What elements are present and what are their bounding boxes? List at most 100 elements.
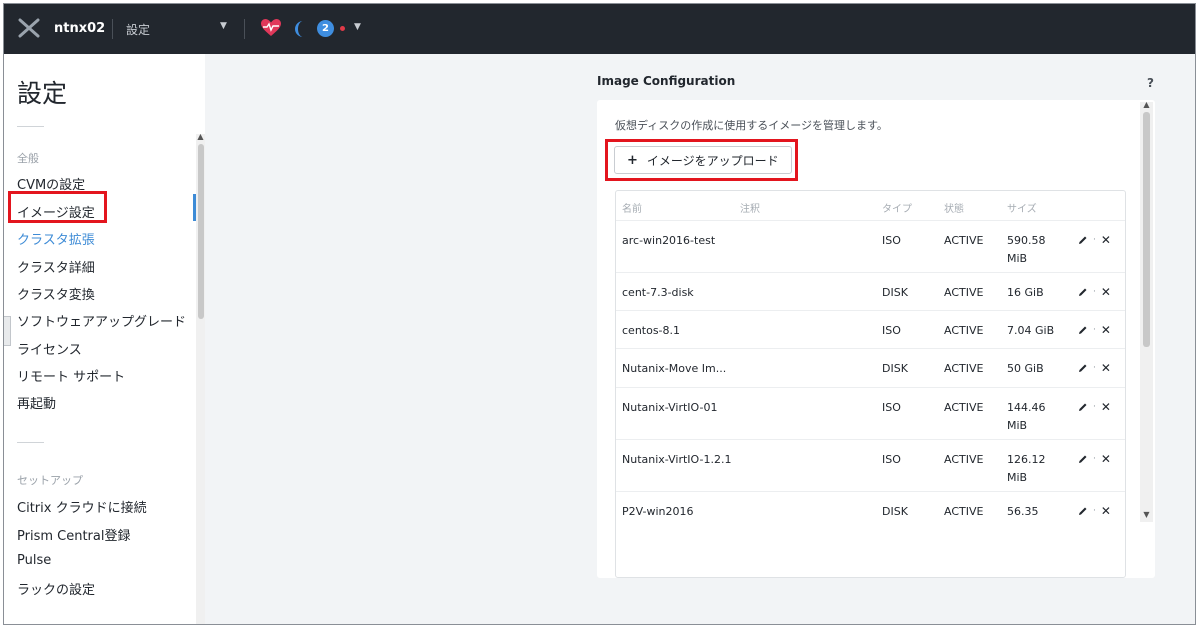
table-row: Nutanix-VirtIO-01 ISO ACTIVE 144.46 MiB … — [616, 388, 1125, 440]
sidebar-collapse-handle[interactable] — [4, 316, 11, 346]
image-size: 144.46 MiB — [1007, 401, 1046, 432]
image-state: ACTIVE — [944, 362, 984, 375]
sidebar-item-cluster-details[interactable]: クラスタ詳細 — [17, 257, 95, 276]
table-row: centos-8.1 ISO ACTIVE 7.04 GiB · ✕ — [616, 311, 1125, 349]
image-state: ACTIVE — [944, 401, 984, 414]
sidebar-item-cluster-convert[interactable]: クラスタ変換 — [17, 284, 95, 303]
delete-x-icon[interactable]: ✕ — [1101, 362, 1111, 374]
delete-x-icon[interactable]: ✕ — [1101, 286, 1111, 298]
sidebar-title: 設定 — [17, 79, 68, 108]
action-separator: · — [1093, 506, 1096, 516]
table-row: arc-win2016-test ISO ACTIVE 590.58 MiB ·… — [616, 221, 1125, 273]
image-state: ACTIVE — [944, 286, 984, 299]
row-actions: · ✕ — [1078, 362, 1111, 374]
image-name: centos-8.1 — [622, 324, 681, 337]
main-content: Image Configuration ? 仮想ディスクの作成に使用するイメージ… — [205, 54, 1195, 624]
sidebar-item-restart[interactable]: 再起動 — [17, 393, 56, 412]
annotation-highlight-box — [8, 191, 107, 223]
delete-x-icon[interactable]: ✕ — [1101, 324, 1111, 336]
image-type: DISK — [882, 362, 908, 375]
image-state: ACTIVE — [944, 453, 984, 466]
sidebar-divider — [17, 126, 44, 127]
delete-x-icon[interactable]: ✕ — [1101, 505, 1111, 517]
alerts-ring-icon[interactable] — [294, 20, 308, 38]
image-size: 126.12 MiB — [1007, 453, 1046, 484]
image-type: ISO — [882, 234, 901, 247]
panel-description: 仮想ディスクの作成に使用するイメージを管理します。 — [615, 119, 888, 132]
scroll-up-arrow-icon[interactable]: ▲ — [196, 132, 205, 142]
action-separator: · — [1093, 325, 1096, 335]
page-select[interactable]: 設定 — [126, 21, 150, 38]
image-type: ISO — [882, 324, 901, 337]
column-header-annotation[interactable]: 注釈 — [740, 200, 760, 215]
image-type: ISO — [882, 453, 901, 466]
table-row: cent-7.3-disk DISK ACTIVE 16 GiB · ✕ — [616, 273, 1125, 311]
nutanix-logo-icon[interactable] — [18, 17, 40, 39]
health-heart-icon[interactable] — [260, 18, 282, 38]
edit-pencil-icon[interactable] — [1078, 454, 1088, 464]
sidebar-item-remote-support[interactable]: リモート サポート — [17, 366, 125, 385]
action-separator: · — [1093, 287, 1096, 297]
edit-pencil-icon[interactable] — [1078, 506, 1088, 516]
table-header: 名前 注釈 タイプ 状態 サイズ — [616, 191, 1125, 221]
section-label-general: 全般 — [17, 152, 39, 165]
column-header-size[interactable]: サイズ — [1007, 200, 1037, 215]
chevron-down-icon[interactable]: ▼ — [220, 21, 227, 31]
sidebar-divider — [17, 442, 44, 443]
image-size: 16 GiB — [1007, 286, 1044, 299]
delete-x-icon[interactable]: ✕ — [1101, 453, 1111, 465]
image-name: Nutanix-VirtIO-01 — [622, 401, 718, 414]
image-state: ACTIVE — [944, 234, 984, 247]
table-row: P2V-win2016 DISK ACTIVE 56.35 · ✕ — [616, 492, 1125, 532]
cluster-name[interactable]: ntnx02 — [54, 21, 105, 36]
sidebar-item-cluster-expand[interactable]: クラスタ拡張 — [17, 229, 95, 248]
image-size: 590.58 MiB — [1007, 234, 1046, 265]
chevron-down-icon[interactable]: ▼ — [354, 22, 361, 32]
panel-scrollbar-thumb[interactable] — [1143, 112, 1150, 347]
row-actions: · ✕ — [1078, 286, 1111, 298]
action-separator: · — [1093, 454, 1096, 464]
delete-x-icon[interactable]: ✕ — [1101, 234, 1111, 246]
topbar-divider — [244, 19, 245, 39]
sidebar-item-software-upgrade[interactable]: ソフトウェアアップグレード — [17, 311, 186, 330]
table-row: Nutanix-VirtIO-1.2.1 ISO ACTIVE 126.12 M… — [616, 440, 1125, 492]
image-size: 50 GiB — [1007, 362, 1044, 375]
column-header-type[interactable]: タイプ — [882, 200, 912, 215]
image-name: Nutanix-Move Im... — [622, 362, 727, 375]
row-actions: · ✕ — [1078, 234, 1111, 246]
settings-sidebar: 設定 全般 CVMの設定 イメージ設定 クラスタ拡張 クラスタ詳細 クラスタ変換… — [4, 54, 205, 624]
scroll-up-arrow-icon[interactable]: ▲ — [1141, 100, 1152, 109]
section-label-setup: セットアップ — [17, 474, 83, 487]
row-actions: · ✕ — [1078, 505, 1111, 517]
edit-pencil-icon[interactable] — [1078, 402, 1088, 412]
delete-x-icon[interactable]: ✕ — [1101, 401, 1111, 413]
topbar-divider — [112, 19, 113, 39]
sidebar-item-license[interactable]: ライセンス — [17, 339, 82, 358]
sidebar-item-pulse[interactable]: Pulse — [17, 553, 51, 568]
alerts-count-badge[interactable]: 2 — [317, 20, 334, 37]
row-actions: · ✕ — [1078, 324, 1111, 336]
edit-pencil-icon[interactable] — [1078, 287, 1088, 297]
alert-status-dot — [340, 26, 345, 31]
row-actions: · ✕ — [1078, 401, 1111, 413]
action-separator: · — [1093, 235, 1096, 245]
sidebar-item-rack-settings[interactable]: ラックの設定 — [17, 579, 95, 598]
edit-pencil-icon[interactable] — [1078, 325, 1088, 335]
help-icon[interactable]: ? — [1147, 76, 1154, 90]
annotation-highlight-box — [605, 139, 798, 181]
image-name: cent-7.3-disk — [622, 286, 694, 299]
sidebar-scrollbar-thumb[interactable] — [198, 144, 204, 319]
image-state: ACTIVE — [944, 324, 984, 337]
action-separator: · — [1093, 363, 1096, 373]
sidebar-item-prism-central[interactable]: Prism Central登録 — [17, 525, 130, 544]
edit-pencil-icon[interactable] — [1078, 363, 1088, 373]
top-bar: ntnx02 設定 ▼ 2 ▼ — [4, 4, 1195, 54]
edit-pencil-icon[interactable] — [1078, 235, 1088, 245]
column-header-name[interactable]: 名前 — [622, 200, 642, 215]
image-size: 7.04 GiB — [1007, 324, 1055, 337]
image-type: ISO — [882, 401, 901, 414]
image-type: DISK — [882, 505, 908, 518]
sidebar-item-citrix-cloud[interactable]: Citrix クラウドに接続 — [17, 497, 147, 516]
scroll-down-arrow-icon[interactable]: ▼ — [1141, 510, 1152, 519]
column-header-state[interactable]: 状態 — [944, 200, 964, 215]
